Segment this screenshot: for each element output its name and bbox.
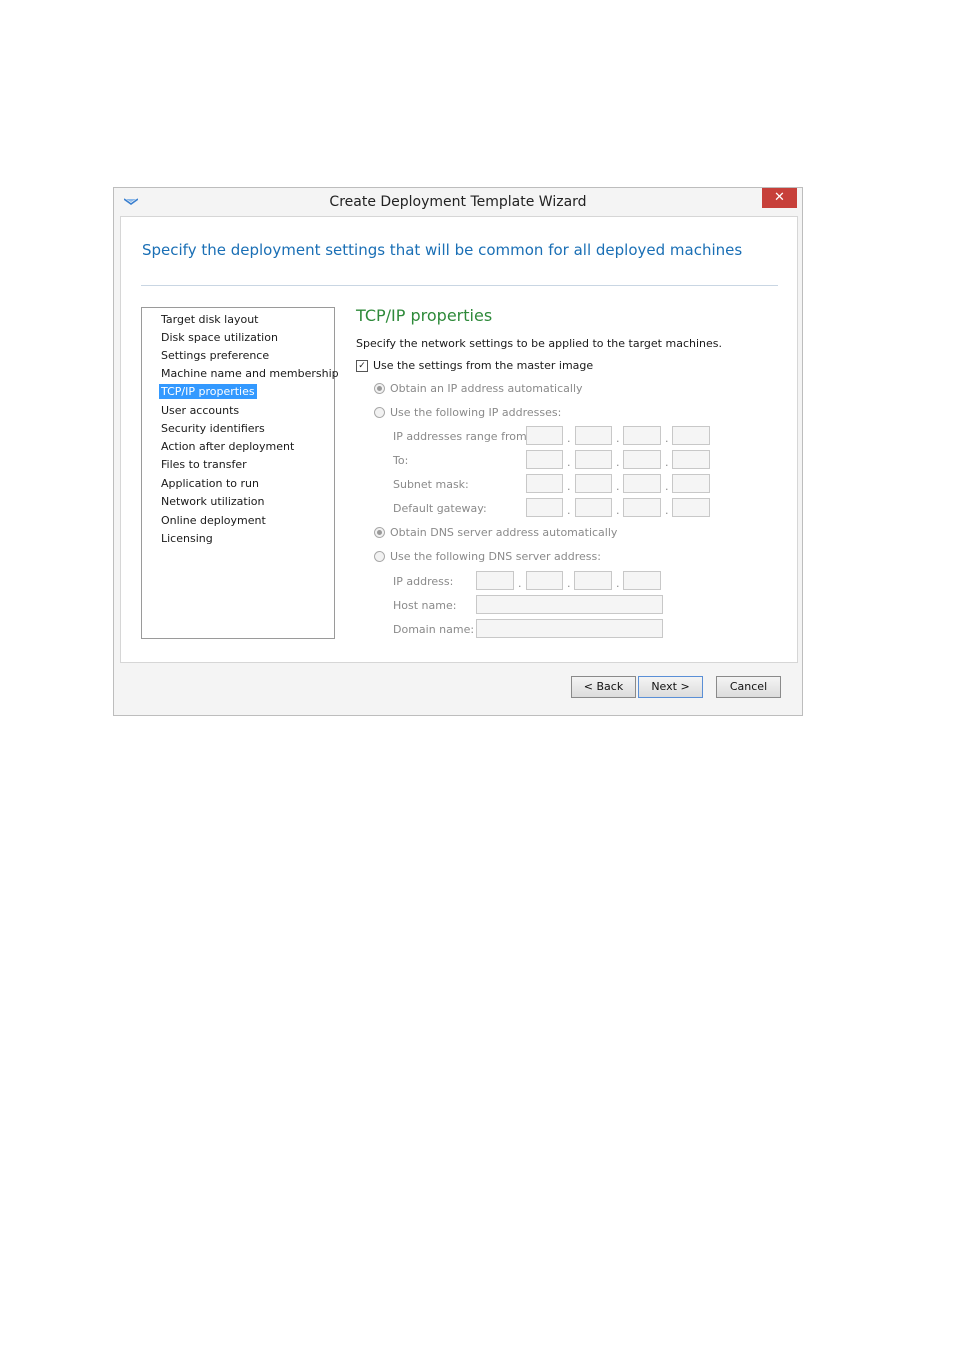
ip-octet-4[interactable]: [672, 450, 710, 469]
checkbox-box[interactable]: ✓: [356, 359, 368, 372]
subnet-mask-label: Subnet mask:: [393, 478, 469, 491]
ip-separator: .: [665, 456, 669, 469]
ip-octet-1[interactable]: [526, 426, 563, 445]
section-description: Specify the network settings to be appli…: [356, 337, 722, 350]
ip-separator: .: [616, 504, 620, 517]
dns-manual-label: Use the following DNS server address:: [390, 550, 601, 563]
ip-octet-4[interactable]: [623, 571, 661, 590]
step-disk-space-utilization[interactable]: Disk space utilization: [159, 330, 280, 345]
ip-octet-3[interactable]: [623, 426, 661, 445]
wizard-window: Create Deployment Template Wizard ✕ Spec…: [113, 187, 803, 716]
close-button[interactable]: ✕: [762, 188, 797, 208]
radio-selected-icon[interactable]: [374, 383, 385, 394]
step-machine-name-membership[interactable]: Machine name and membership: [159, 366, 341, 381]
step-settings-preference[interactable]: Settings preference: [159, 348, 271, 363]
domain-name-input[interactable]: [476, 619, 663, 638]
ip-separator: .: [567, 456, 571, 469]
domain-name-label: Domain name:: [393, 623, 475, 636]
ip-separator: .: [616, 577, 620, 590]
step-licensing[interactable]: Licensing: [159, 531, 215, 546]
use-master-settings-checkbox[interactable]: ✓ Use the settings from the master image: [356, 359, 593, 372]
step-network-utilization[interactable]: Network utilization: [159, 494, 266, 509]
host-name-input[interactable]: [476, 595, 663, 614]
dns-auto-radio[interactable]: Obtain DNS server address automatically: [374, 526, 617, 539]
ip-separator: .: [567, 432, 571, 445]
ip-octet-2[interactable]: [575, 498, 612, 517]
ip-separator: .: [665, 504, 669, 517]
back-button[interactable]: < Back: [571, 676, 636, 698]
radio-unselected-icon[interactable]: [374, 551, 385, 562]
title-bar: Create Deployment Template Wizard ✕: [114, 188, 802, 216]
ip-octet-2[interactable]: [575, 450, 612, 469]
wizard-content: Specify the deployment settings that wil…: [120, 216, 798, 663]
ip-auto-radio[interactable]: Obtain an IP address automatically: [374, 382, 583, 395]
wizard-step-list: Target disk layout Disk space utilizatio…: [141, 307, 339, 639]
ip-octet-4[interactable]: [672, 474, 710, 493]
ip-octet-3[interactable]: [623, 450, 661, 469]
ip-range-from-label: IP addresses range from:: [393, 430, 531, 443]
ip-octet-3[interactable]: [574, 571, 612, 590]
ip-octet-1[interactable]: [526, 474, 563, 493]
ip-octet-2[interactable]: [575, 474, 612, 493]
ip-octet-3[interactable]: [623, 474, 661, 493]
default-gateway-label: Default gateway:: [393, 502, 487, 515]
next-button[interactable]: Next >: [638, 676, 703, 698]
window-title: Create Deployment Template Wizard: [329, 194, 587, 210]
ip-separator: .: [567, 577, 571, 590]
dns-ip-address-label: IP address:: [393, 575, 454, 588]
ip-octet-4[interactable]: [672, 498, 710, 517]
ip-range-to-label: To:: [393, 454, 409, 467]
use-master-settings-label: Use the settings from the master image: [373, 359, 594, 372]
ip-separator: .: [665, 480, 669, 493]
section-title: TCP/IP properties: [356, 306, 493, 325]
check-mark-icon: ✓: [358, 360, 366, 371]
step-tcpip-properties[interactable]: TCP/IP properties: [159, 384, 257, 399]
step-files-to-transfer[interactable]: Files to transfer: [159, 457, 249, 472]
ip-manual-radio[interactable]: Use the following IP addresses:: [374, 406, 561, 419]
ip-separator: .: [665, 432, 669, 445]
ip-octet-2[interactable]: [575, 426, 612, 445]
ip-separator: .: [616, 432, 620, 445]
ip-octet-4[interactable]: [672, 426, 710, 445]
host-name-label: Host name:: [393, 599, 457, 612]
step-application-to-run[interactable]: Application to run: [159, 476, 261, 491]
ip-manual-label: Use the following IP addresses:: [390, 406, 562, 419]
radio-unselected-icon[interactable]: [374, 407, 385, 418]
ip-separator: .: [567, 480, 571, 493]
ip-octet-1[interactable]: [526, 498, 563, 517]
step-online-deployment[interactable]: Online deployment: [159, 513, 268, 528]
ip-separator: .: [518, 577, 522, 590]
ip-separator: .: [616, 480, 620, 493]
cancel-button[interactable]: Cancel: [716, 676, 781, 698]
ip-separator: .: [567, 504, 571, 517]
page-headline: Specify the deployment settings that wil…: [142, 241, 743, 259]
ip-octet-2[interactable]: [526, 571, 563, 590]
dns-manual-radio[interactable]: Use the following DNS server address:: [374, 550, 601, 563]
ip-octet-1[interactable]: [526, 450, 563, 469]
step-action-after-deployment[interactable]: Action after deployment: [159, 439, 296, 454]
step-user-accounts[interactable]: User accounts: [159, 403, 241, 418]
ip-octet-3[interactable]: [623, 498, 661, 517]
radio-selected-icon[interactable]: [374, 527, 385, 538]
ip-octet-1[interactable]: [476, 571, 514, 590]
step-target-disk-layout[interactable]: Target disk layout: [159, 312, 261, 327]
ip-auto-label: Obtain an IP address automatically: [390, 382, 583, 395]
dns-auto-label: Obtain DNS server address automatically: [390, 526, 618, 539]
header-divider: [141, 285, 778, 286]
step-security-identifiers[interactable]: Security identifiers: [159, 421, 267, 436]
ip-separator: .: [616, 456, 620, 469]
